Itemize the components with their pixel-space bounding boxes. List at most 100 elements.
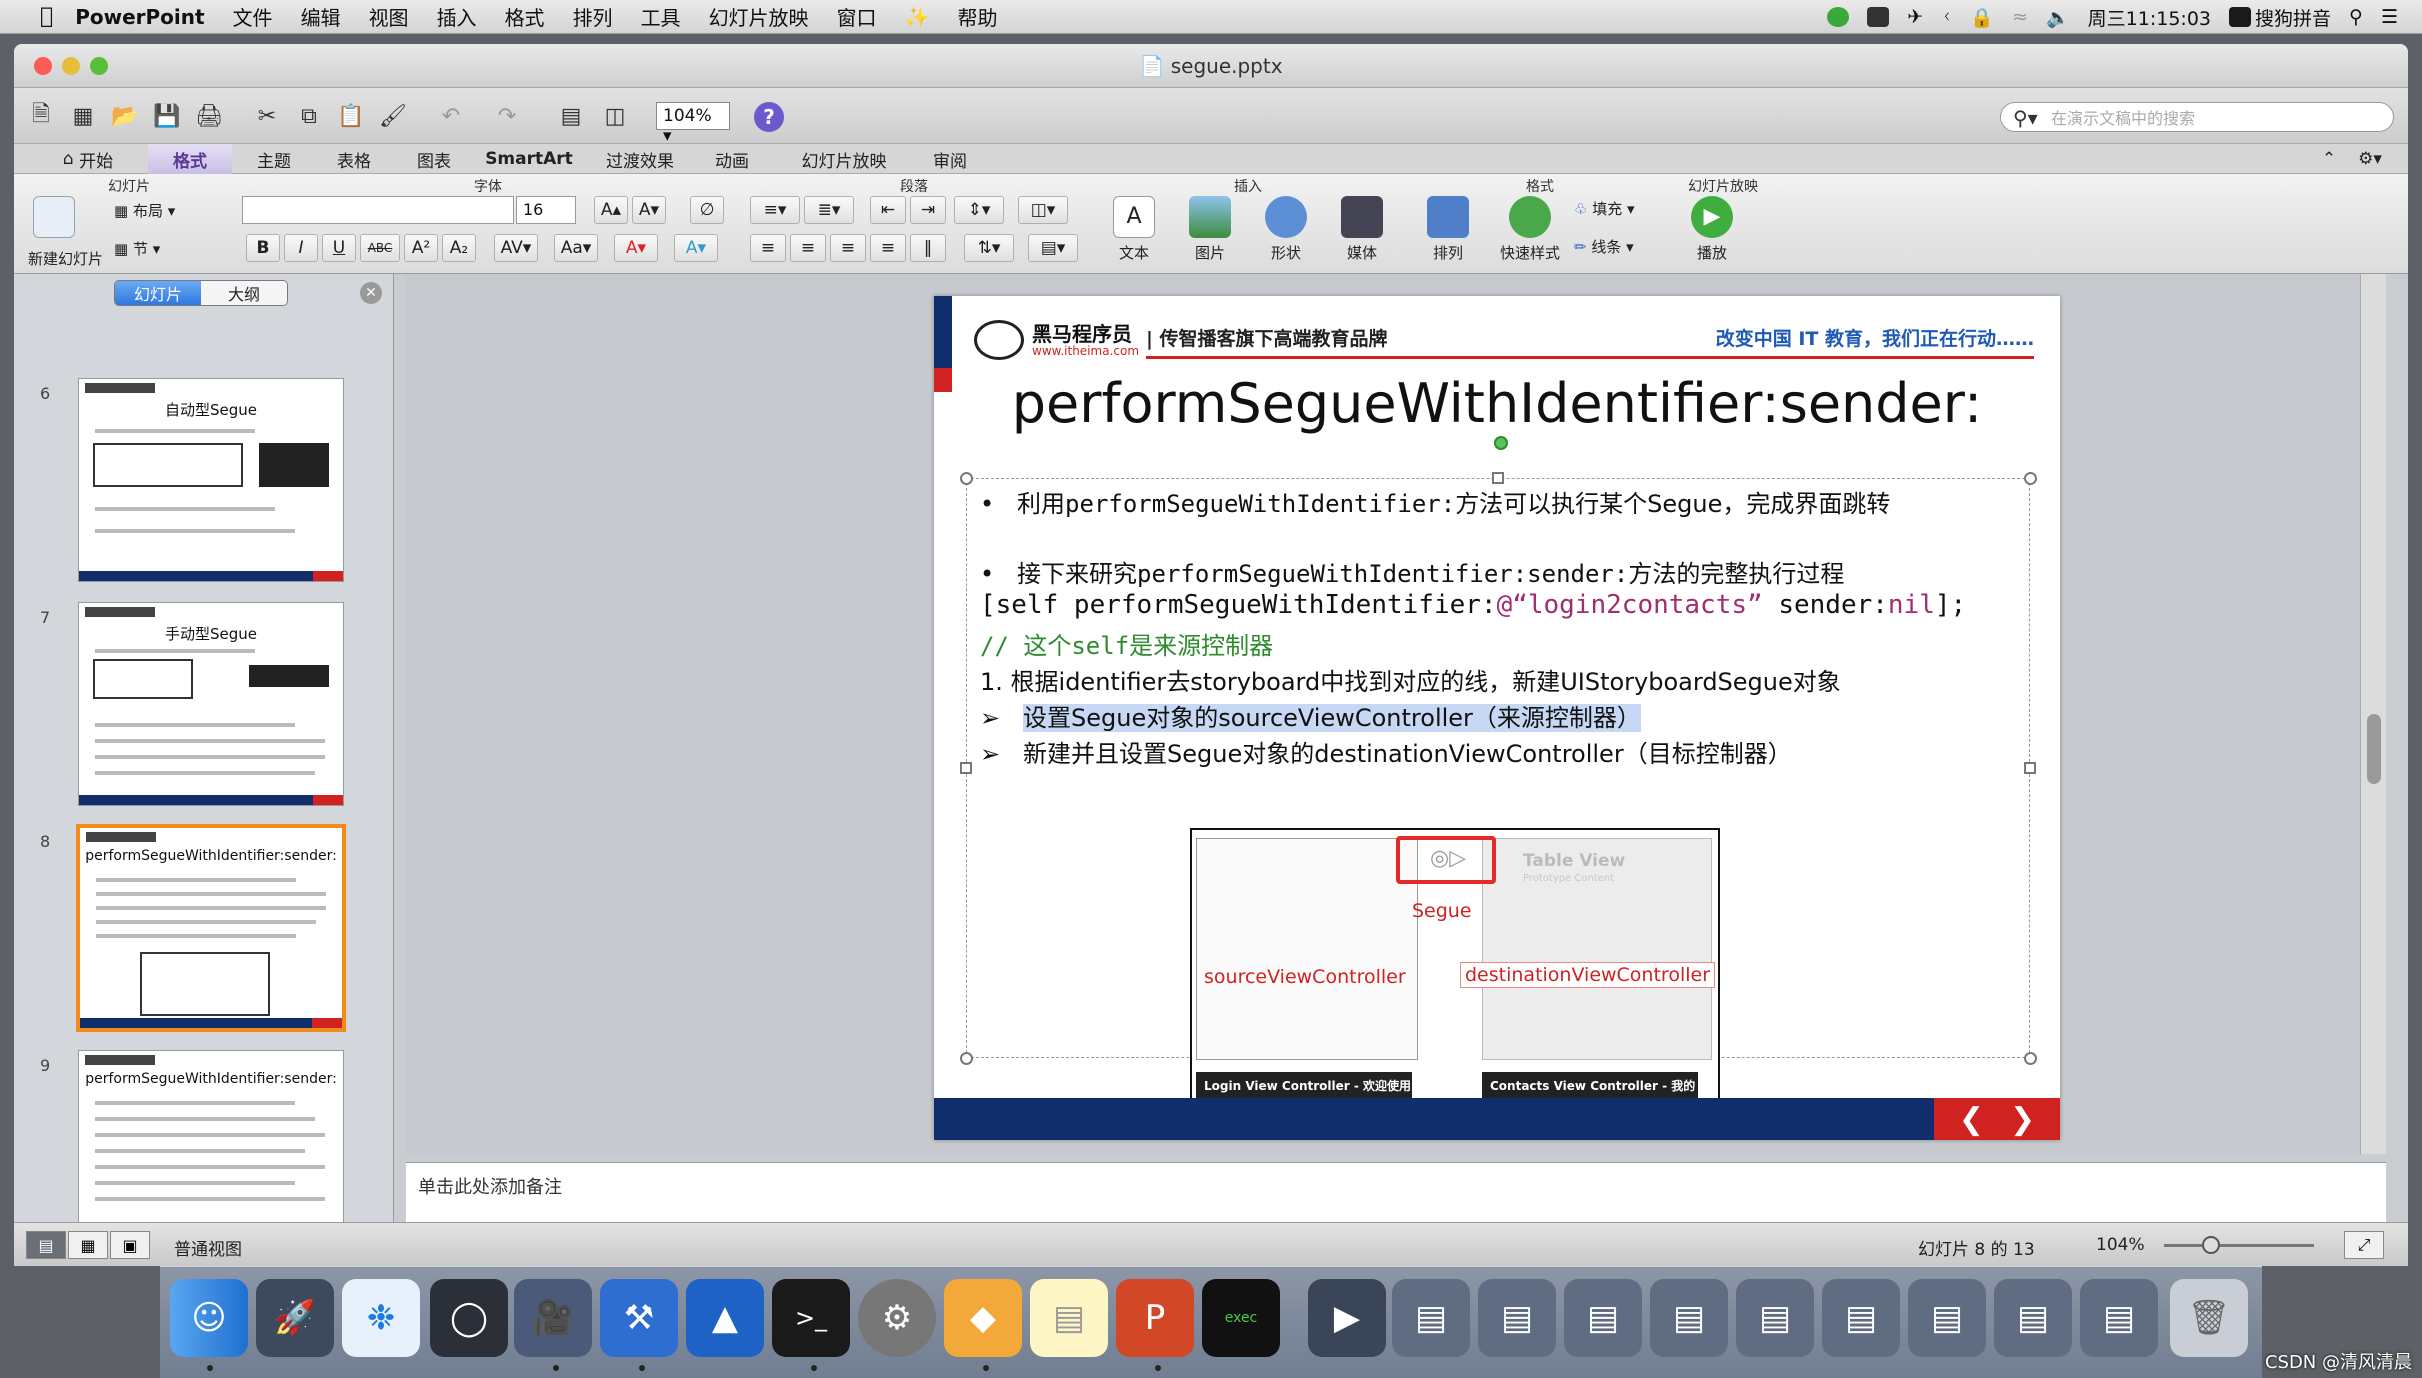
fit-to-window-icon[interactable]: ⤢ (2344, 1231, 2384, 1259)
resize-handle[interactable] (960, 1052, 973, 1065)
align-right-button[interactable]: ≡ (830, 234, 866, 262)
presenter-view-button[interactable]: ▣ (110, 1231, 150, 1259)
toolbox-icon[interactable]: ◫ (598, 99, 632, 133)
tab-charts[interactable]: 图表 (394, 144, 474, 174)
text-effects-button[interactable]: A▾ (674, 234, 718, 262)
rotate-handle[interactable] (1494, 436, 1508, 450)
align-left-button[interactable]: ≡ (750, 234, 786, 262)
menu-format[interactable]: 格式 (505, 2, 545, 31)
insert-text-button[interactable]: A 文本 (1106, 196, 1162, 263)
distributed-button[interactable]: ‖ (910, 234, 946, 262)
search-input[interactable]: ⚲▾ 在演示文稿中的搜索 (2000, 102, 2394, 132)
redo-icon[interactable]: ↷ (490, 99, 524, 133)
window-thumbnail-icon[interactable]: ▤ (1564, 1279, 1642, 1357)
vertical-scrollbar[interactable] (2360, 274, 2386, 1154)
mouse-app-icon[interactable]: ◯ (430, 1279, 508, 1357)
new-icon[interactable]: 🗎 (24, 99, 58, 133)
insert-picture-button[interactable]: 图片 (1182, 196, 1238, 263)
shrink-font-button[interactable]: A▾ (632, 196, 666, 224)
tab-format[interactable]: 格式 (148, 144, 232, 174)
ribbon-settings-gear-icon[interactable]: ⚙▾ (2350, 144, 2390, 174)
tab-home[interactable]: ⌂ 开始 (28, 144, 148, 174)
tab-smartart[interactable]: SmartArt (474, 144, 584, 174)
lock-icon[interactable]: 🔒 (1970, 6, 1994, 29)
menu-window[interactable]: 窗口 (837, 2, 877, 31)
help-icon[interactable]: ? (754, 102, 784, 132)
sketch-icon[interactable]: ◆ (944, 1279, 1022, 1357)
slide-canvas[interactable]: 黑马程序员 www.itheima.com | 传智播客旗下高端教育品牌 改变中… (934, 296, 2060, 1140)
notes-pane[interactable]: 单击此处添加备注 (406, 1162, 2386, 1222)
menu-insert[interactable]: 插入 (437, 2, 477, 31)
system-preferences-icon[interactable]: ⚙ (858, 1279, 936, 1357)
fill-button[interactable]: ♧ 填充 ▾ (1574, 198, 1635, 219)
close-panel-icon[interactable]: ✕ (360, 282, 382, 304)
resize-handle[interactable] (2024, 1052, 2037, 1065)
next-arrow-icon[interactable]: ❯ (2010, 1102, 2035, 1137)
quicktime-icon[interactable]: ▶ (1308, 1279, 1386, 1357)
launchpad-icon[interactable]: 🚀 (256, 1279, 334, 1357)
line-spacing-button[interactable]: ⇕▾ (954, 196, 1004, 224)
prev-arrow-icon[interactable]: ❮ (1959, 1102, 1984, 1137)
screen-record-icon[interactable] (1867, 7, 1890, 27)
tab-slides[interactable]: 幻灯片 (115, 281, 201, 305)
numbering-button[interactable]: ≣▾ (804, 196, 854, 224)
zoom-slider[interactable] (2164, 1244, 2314, 1247)
text-box-button[interactable]: ▤▾ (1028, 234, 1078, 262)
window-thumbnail-icon[interactable]: ▤ (1736, 1279, 1814, 1357)
line-button[interactable]: ✏ 线条 ▾ (1574, 236, 1634, 257)
paste-icon[interactable]: 📋 (334, 99, 368, 133)
tab-animations[interactable]: 动画 (692, 144, 772, 174)
notification-center-icon[interactable]: ☰ (2381, 6, 2398, 28)
italic-button[interactable]: I (284, 234, 318, 262)
menu-app[interactable]: PowerPoint (75, 5, 204, 29)
tab-transitions[interactable]: 过渡效果 (590, 144, 690, 174)
font-size-input[interactable]: 16 (516, 196, 576, 224)
notes-app-icon[interactable]: ▤ (1030, 1279, 1108, 1357)
print-icon[interactable]: 🖨 (192, 99, 226, 133)
tab-review[interactable]: 审阅 (910, 144, 990, 174)
window-thumbnail-icon[interactable]: ▤ (1478, 1279, 1556, 1357)
bluetooth-icon[interactable]: ᚲ (1941, 6, 1952, 28)
menu-help[interactable]: 帮助 (957, 2, 997, 31)
play-button[interactable]: ▶ 播放 (1684, 196, 1740, 263)
undo-icon[interactable]: ↶ (434, 99, 468, 133)
resize-handle[interactable] (2024, 762, 2036, 774)
input-method-icon[interactable]: 搜狗拼音 (2229, 4, 2331, 31)
bullets-button[interactable]: ≡▾ (750, 196, 800, 224)
tab-tables[interactable]: 表格 (314, 144, 394, 174)
menu-tools[interactable]: 工具 (641, 2, 681, 31)
plane-icon[interactable]: ✈ (1907, 6, 1923, 28)
window-thumbnail-icon[interactable]: ▤ (1650, 1279, 1728, 1357)
copy-icon[interactable]: ⧉ (292, 99, 326, 133)
resize-handle[interactable] (960, 472, 973, 485)
window-thumbnail-icon[interactable]: ▤ (1392, 1279, 1470, 1357)
wifi-icon[interactable]: ≈ (2012, 6, 2028, 28)
apple-menu-icon[interactable]:  (40, 4, 53, 29)
new-slide-button[interactable] (24, 196, 84, 242)
align-center-button[interactable]: ≡ (790, 234, 826, 262)
subscript-button[interactable]: A₂ (442, 234, 476, 262)
resize-handle[interactable] (960, 762, 972, 774)
menu-view[interactable]: 视图 (369, 2, 409, 31)
font-name-input[interactable] (242, 196, 514, 224)
window-thumbnail-icon[interactable]: ▤ (2080, 1279, 2158, 1357)
video-app-icon[interactable]: 🎥 (514, 1279, 592, 1357)
menu-arrange[interactable]: 排列 (573, 2, 613, 31)
layout-button[interactable]: ▦ 布局 ▾ (114, 200, 175, 221)
insert-media-button[interactable]: 媒体 (1334, 196, 1390, 263)
clock[interactable]: 周三11:15:03 (2088, 4, 2211, 31)
console-icon[interactable]: exec (1202, 1279, 1280, 1357)
increase-indent-button[interactable]: ⇥ (910, 196, 946, 224)
volume-icon[interactable]: 🔈 (2046, 6, 2070, 29)
window-thumbnail-icon[interactable]: ▤ (1822, 1279, 1900, 1357)
justify-button[interactable]: ≡ (870, 234, 906, 262)
decrease-indent-button[interactable]: ⇤ (870, 196, 906, 224)
superscript-button[interactable]: A² (404, 234, 438, 262)
resize-handle[interactable] (1492, 472, 1504, 484)
zoom-slider-knob[interactable] (2202, 1236, 2220, 1254)
tab-slideshow[interactable]: 幻灯片放映 (784, 144, 904, 174)
quick-styles-button[interactable]: 快速样式 (1494, 196, 1566, 263)
slide-thumbnail-6[interactable]: 自动型Segue (78, 378, 344, 582)
spotlight-icon[interactable]: ⚲ (2349, 6, 2363, 28)
menu-slideshow[interactable]: 幻灯片放映 (709, 2, 809, 31)
